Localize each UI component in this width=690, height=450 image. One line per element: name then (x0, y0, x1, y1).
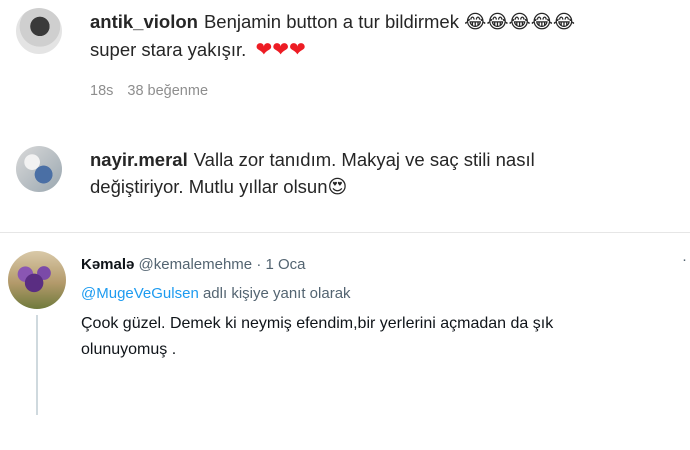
tweet-text: Çook güzel. Demek ki neymiş efendim,bir … (81, 315, 554, 358)
comment-body: nayir.meral Valla zor tanıdım. Makyaj ve … (90, 146, 535, 201)
comment-meta: 18s 38 beğenme (90, 78, 575, 105)
comment-text-2: değiştiriyor. Mutlu yıllar olsun (90, 176, 328, 197)
comment-text: Valla zor tanıdım. Makyaj ve saç stili n… (193, 149, 535, 170)
divider (0, 232, 690, 233)
comment-body: antik_violon Benjamin button a tur bildir… (90, 8, 575, 105)
comment-antik-violon: antik_violon Benjamin button a tur bildir… (16, 8, 575, 105)
comment-nayir-meral: nayir.meral Valla zor tanıdım. Makyaj ve … (16, 146, 535, 201)
tweet-content: Kəmalə @kemalemehme · 1 Oca @MugeVeGulse… (81, 255, 671, 363)
comment-text-2: super stara yakışır. (90, 39, 247, 60)
comment-line-1: nayir.meral Valla zor tanıdım. Makyaj ve … (90, 146, 535, 173)
comment-line-2: değiştiriyor. Mutlu yıllar olsun😍 (90, 173, 535, 201)
tweet-header: Kəmalə @kemalemehme · 1 Oca (81, 255, 671, 275)
comment-likes[interactable]: 38 beğenme (127, 78, 208, 105)
tweet-separator: · (256, 256, 262, 273)
more-options-icon[interactable]: · (682, 251, 688, 268)
comment-username[interactable]: nayir.meral (90, 149, 188, 170)
reply-mention-link[interactable]: @MugeVeGulsen (81, 285, 199, 302)
tweet-author-name[interactable]: Kəmalə (81, 256, 134, 273)
comment-line-1: antik_violon Benjamin button a tur bildir… (90, 8, 575, 36)
tweet-date[interactable]: 1 Oca (266, 256, 306, 273)
heart-emoji-icon: ❤❤❤ (255, 39, 306, 61)
avatar[interactable] (16, 8, 62, 54)
tweet-handle[interactable]: @kemalemehme (139, 256, 253, 273)
heart-eyes-emoji-icon: 😍 (327, 177, 348, 198)
reply-to: @MugeVeGulsen adlı kişiye yanıt olarak (81, 284, 671, 304)
comment-time: 18s (90, 83, 114, 99)
thread-line (36, 315, 38, 415)
comment-line-2: super stara yakışır. ❤❤❤ (90, 36, 575, 64)
comment-username[interactable]: antik_violon (90, 11, 198, 32)
reply-suffix: adlı kişiye yanıt olarak (202, 285, 351, 302)
laughing-emoji-icon: 😂😂😂😂😂 (464, 12, 576, 33)
avatar[interactable] (16, 146, 62, 192)
comment-text: Benjamin button a tur bildirmek (203, 11, 459, 32)
page: antik_violon Benjamin button a tur bildir… (0, 0, 690, 450)
tweet-avatar[interactable] (8, 251, 66, 309)
